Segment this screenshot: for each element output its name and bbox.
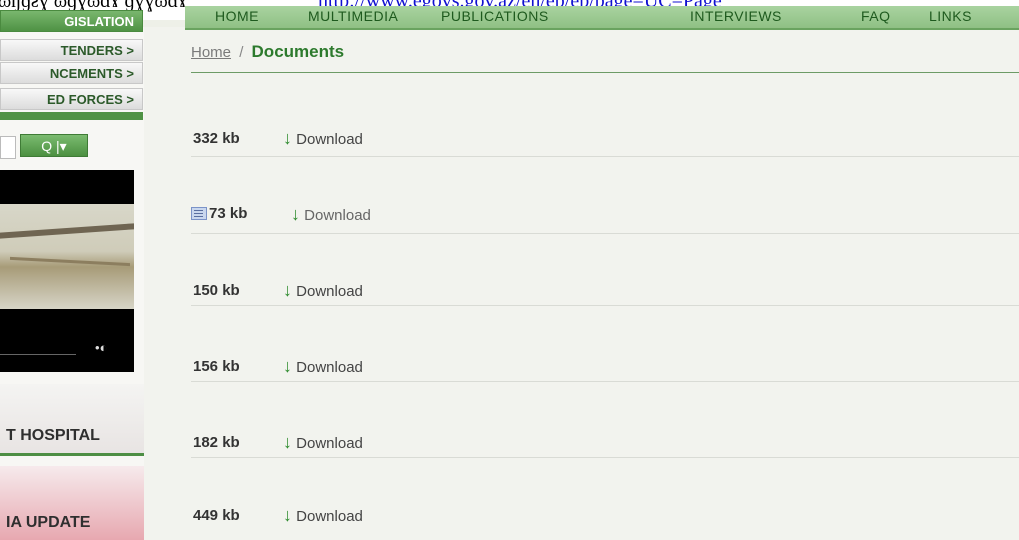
nav-multimedia[interactable]: MULTIMEDIA: [308, 8, 398, 24]
breadcrumb-underline: [191, 72, 1019, 73]
file-size: 150 kb: [193, 282, 240, 299]
sidebar-item-announcements[interactable]: NCEMENTS >: [0, 62, 143, 84]
video-player[interactable]: •◐: [0, 170, 134, 372]
hospital-banner[interactable]: T HOSPITAL: [0, 384, 144, 456]
nav-faq[interactable]: FAQ: [861, 8, 891, 24]
document-row: 156 kb ↓ Download: [191, 305, 1019, 382]
search-input[interactable]: [0, 136, 16, 159]
download-arrow-icon: ↓: [283, 432, 292, 452]
video-progress[interactable]: [0, 346, 76, 355]
download-link[interactable]: ↓ Download: [283, 128, 363, 149]
download-label: Download: [296, 359, 363, 376]
media-update-label: IA UPDATE: [6, 514, 91, 531]
download-label: Download: [296, 283, 363, 300]
download-link[interactable]: ↓ Download: [283, 356, 363, 377]
nav-interviews[interactable]: INTERVIEWS: [690, 8, 782, 24]
hospital-banner-label: T HOSPITAL: [6, 427, 100, 444]
file-size: 156 kb: [193, 358, 240, 375]
download-link[interactable]: ↓ Download: [283, 280, 363, 301]
search-button[interactable]: Q |▾: [20, 134, 88, 157]
nav-links[interactable]: LINKS: [929, 8, 972, 24]
file-size: 182 kb: [193, 434, 240, 451]
page-title: Documents: [251, 42, 345, 61]
document-row: 182 kb ↓ Download: [191, 381, 1019, 458]
download-arrow-icon: ↓: [283, 128, 292, 148]
media-update-banner[interactable]: IA UPDATE: [0, 466, 144, 540]
download-arrow-icon: ↓: [291, 204, 300, 224]
download-link[interactable]: ↓ Download: [291, 204, 371, 225]
file-size: 449 kb: [193, 507, 240, 524]
document-row: 73 kb ↓ Download: [191, 157, 1019, 234]
document-row: 449 kb ↓ Download: [191, 457, 1019, 533]
breadcrumb-home[interactable]: Home: [191, 44, 231, 61]
search-icon: Q |▾: [41, 138, 67, 154]
sidebar-divider: [0, 112, 143, 120]
download-label: Download: [296, 131, 363, 148]
file-size: 73 kb: [209, 205, 248, 222]
download-label: Download: [304, 207, 371, 224]
nav-publications[interactable]: PUBLICATIONS: [441, 8, 549, 24]
breadcrumb-separator: /: [239, 44, 244, 61]
download-link[interactable]: ↓ Download: [283, 505, 363, 526]
download-label: Download: [296, 508, 363, 525]
breadcrumb: Home / Documents: [191, 42, 344, 62]
nav-home[interactable]: HOME: [215, 8, 259, 24]
doc-icon: [191, 207, 207, 220]
download-label: Download: [296, 435, 363, 452]
main-nav: HOME MULTIMEDIA PUBLICATIONS INTERVIEWS …: [185, 6, 1019, 30]
sidebar-item-tenders[interactable]: TENDERS >: [0, 39, 143, 61]
download-arrow-icon: ↓: [283, 356, 292, 376]
file-size: 332 kb: [193, 130, 240, 147]
download-link[interactable]: ↓ Download: [283, 432, 363, 453]
volume-icon[interactable]: •◐: [95, 340, 107, 355]
download-arrow-icon: ↓: [283, 280, 292, 300]
sidebar-item-armed-forces[interactable]: ED FORCES >: [0, 88, 143, 110]
sidebar-item-legislation[interactable]: GISLATION: [0, 10, 143, 32]
download-arrow-icon: ↓: [283, 505, 292, 525]
document-row: 332 kb ↓ Download: [191, 80, 1019, 157]
document-row: 150 kb ↓ Download: [191, 229, 1019, 306]
